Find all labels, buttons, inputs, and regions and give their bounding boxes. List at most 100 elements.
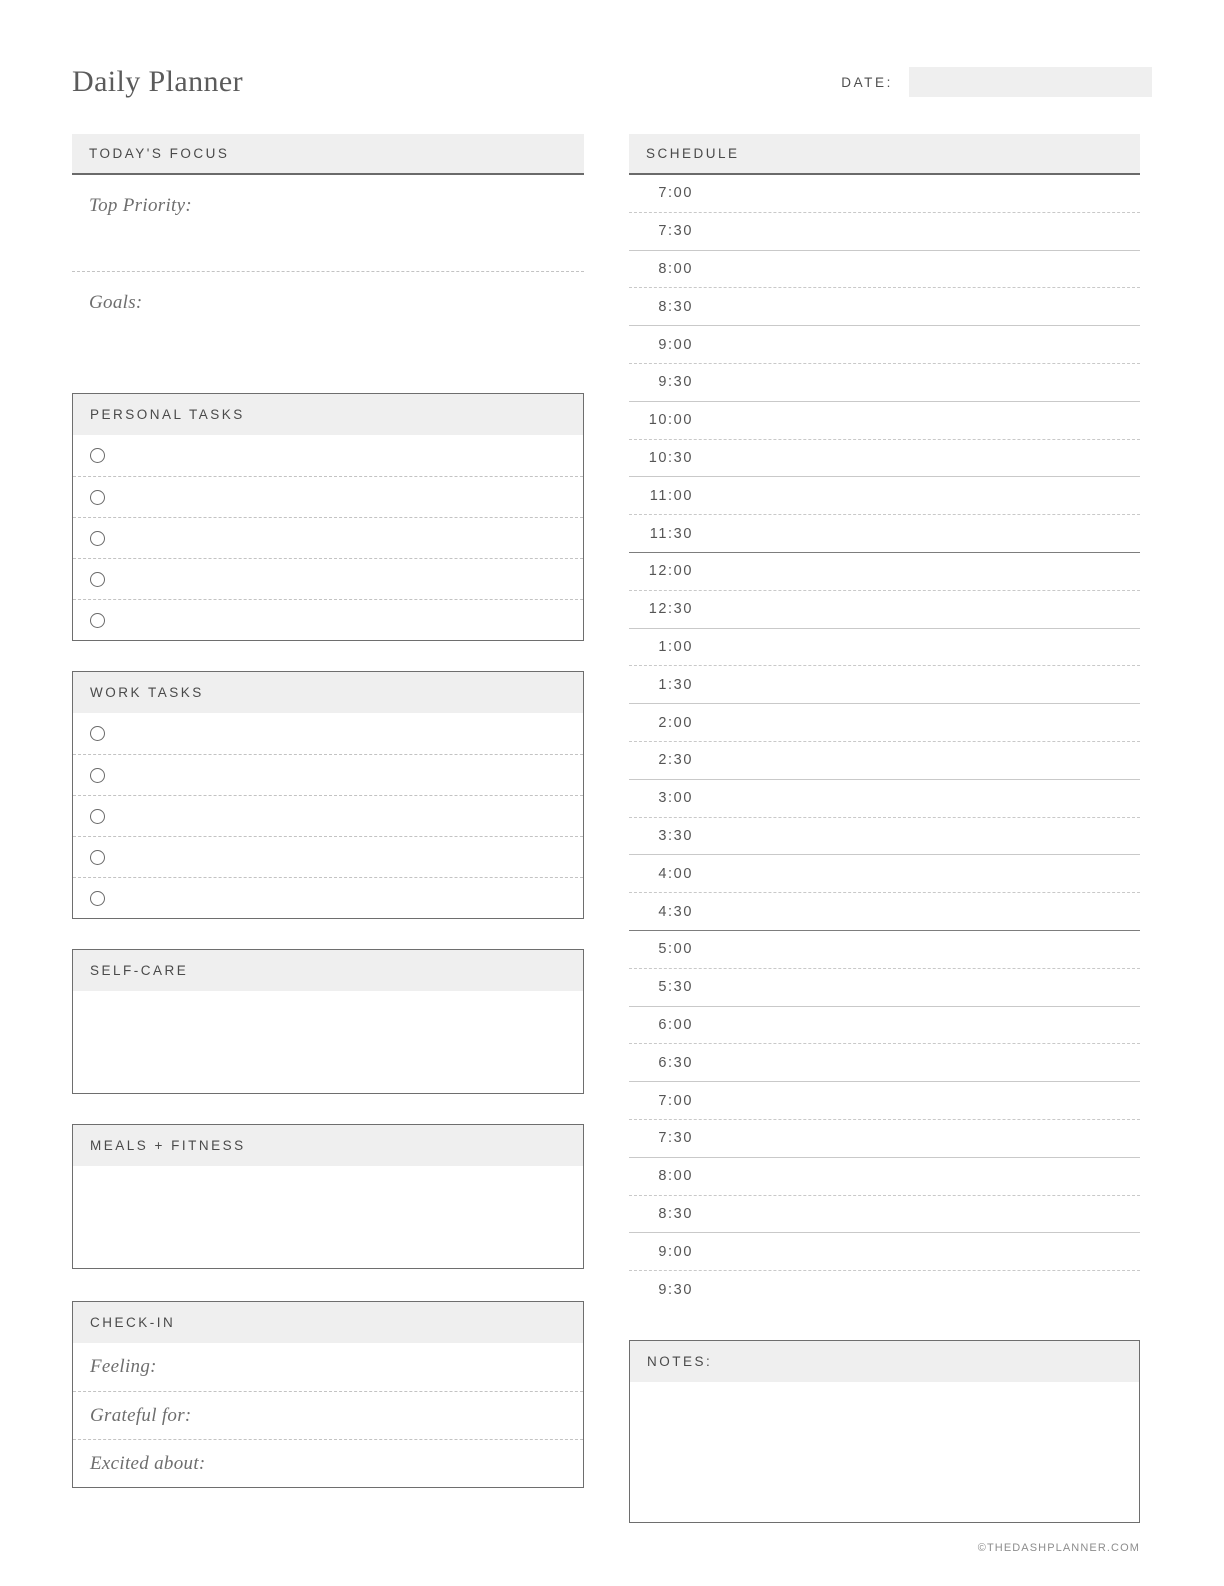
schedule-entry-input[interactable]: [695, 251, 1140, 288]
schedule-entry-input[interactable]: [695, 402, 1140, 439]
schedule-entry-input[interactable]: [695, 440, 1140, 477]
task-row[interactable]: [73, 476, 583, 517]
task-input[interactable]: [105, 559, 583, 599]
task-row[interactable]: [73, 599, 583, 640]
task-row[interactable]: [73, 435, 583, 476]
task-row[interactable]: [73, 558, 583, 599]
schedule-entry-input[interactable]: [695, 666, 1140, 703]
schedule-entry-input[interactable]: [695, 1196, 1140, 1233]
schedule-row[interactable]: 8:30: [629, 288, 1140, 325]
schedule-row[interactable]: 1:30: [629, 666, 1140, 703]
task-row[interactable]: [73, 836, 583, 877]
schedule-entry-input[interactable]: [695, 629, 1140, 666]
schedule-entry-input[interactable]: [695, 893, 1140, 930]
task-input[interactable]: [105, 755, 583, 795]
notes-input[interactable]: [630, 1382, 1139, 1522]
schedule-row[interactable]: 5:30: [629, 969, 1140, 1006]
schedule-entry-input[interactable]: [695, 591, 1140, 628]
schedule-entry-input[interactable]: [695, 1271, 1140, 1308]
feeling-row[interactable]: Feeling:: [73, 1343, 583, 1391]
schedule-entry-input[interactable]: [695, 1044, 1140, 1081]
schedule-row[interactable]: 8:30: [629, 1196, 1140, 1233]
checkbox-circle-icon[interactable]: [90, 808, 105, 824]
schedule-entry-input[interactable]: [695, 1120, 1140, 1157]
schedule-row[interactable]: 12:00: [629, 553, 1140, 590]
checkbox-circle-icon[interactable]: [90, 571, 105, 587]
checkbox-circle-icon[interactable]: [90, 612, 105, 628]
schedule-row[interactable]: 11:00: [629, 477, 1140, 514]
schedule-entry-input[interactable]: [695, 1082, 1140, 1119]
schedule-entry-input[interactable]: [695, 818, 1140, 855]
schedule-entry-input[interactable]: [695, 326, 1140, 363]
schedule-row[interactable]: 3:30: [629, 818, 1140, 855]
task-input[interactable]: [105, 600, 583, 640]
schedule-row[interactable]: 8:00: [629, 1158, 1140, 1195]
task-input[interactable]: [105, 477, 583, 517]
task-row[interactable]: [73, 713, 583, 754]
schedule-row[interactable]: 12:30: [629, 591, 1140, 628]
schedule-entry-input[interactable]: [695, 1233, 1140, 1270]
schedule-row[interactable]: 3:00: [629, 780, 1140, 817]
schedule-entry-input[interactable]: [695, 515, 1140, 552]
schedule-entry-input[interactable]: [695, 213, 1140, 250]
schedule-entry-input[interactable]: [695, 477, 1140, 514]
schedule-row[interactable]: 9:30: [629, 1271, 1140, 1308]
schedule-row[interactable]: 6:00: [629, 1007, 1140, 1044]
excited-about-row[interactable]: Excited about:: [73, 1439, 583, 1487]
task-input[interactable]: [105, 878, 583, 918]
schedule-row[interactable]: 11:30: [629, 515, 1140, 552]
task-input[interactable]: [105, 518, 583, 558]
schedule-entry-input[interactable]: [695, 1007, 1140, 1044]
task-row[interactable]: [73, 754, 583, 795]
date-input[interactable]: [909, 67, 1152, 97]
schedule-row[interactable]: 5:00: [629, 931, 1140, 968]
schedule-row[interactable]: 10:00: [629, 402, 1140, 439]
checkbox-circle-icon[interactable]: [90, 726, 105, 741]
goals-row[interactable]: Goals:: [72, 271, 584, 367]
checkbox-circle-icon[interactable]: [90, 890, 105, 906]
task-row[interactable]: [73, 877, 583, 918]
self-care-input[interactable]: [73, 991, 583, 1093]
schedule-time-label: 11:30: [649, 525, 693, 542]
schedule-entry-input[interactable]: [695, 780, 1140, 817]
grateful-for-row[interactable]: Grateful for:: [73, 1391, 583, 1439]
schedule-row[interactable]: 9:00: [629, 326, 1140, 363]
task-input[interactable]: [105, 796, 583, 836]
task-row[interactable]: [73, 517, 583, 558]
schedule-row[interactable]: 7:30: [629, 213, 1140, 250]
schedule-row[interactable]: 6:30: [629, 1044, 1140, 1081]
schedule-row[interactable]: 7:00: [629, 175, 1140, 212]
checkbox-circle-icon[interactable]: [90, 489, 105, 505]
top-priority-row[interactable]: Top Priority:: [72, 175, 584, 271]
checkbox-circle-icon[interactable]: [90, 767, 105, 783]
schedule-row[interactable]: 7:00: [629, 1082, 1140, 1119]
schedule-row[interactable]: 4:00: [629, 855, 1140, 892]
task-row[interactable]: [73, 795, 583, 836]
checkbox-circle-icon[interactable]: [90, 530, 105, 546]
schedule-row[interactable]: 7:30: [629, 1120, 1140, 1157]
task-input[interactable]: [105, 713, 583, 754]
schedule-entry-input[interactable]: [695, 704, 1140, 741]
schedule-entry-input[interactable]: [695, 969, 1140, 1006]
schedule-entry-input[interactable]: [695, 364, 1140, 401]
schedule-row[interactable]: 2:00: [629, 704, 1140, 741]
checkbox-circle-icon[interactable]: [90, 448, 105, 463]
task-input[interactable]: [105, 435, 583, 476]
schedule-row[interactable]: 9:00: [629, 1233, 1140, 1270]
schedule-row[interactable]: 8:00: [629, 251, 1140, 288]
schedule-entry-input[interactable]: [695, 855, 1140, 892]
schedule-row[interactable]: 9:30: [629, 364, 1140, 401]
schedule-entry-input[interactable]: [695, 931, 1140, 968]
schedule-entry-input[interactable]: [695, 742, 1140, 779]
schedule-entry-input[interactable]: [695, 1158, 1140, 1195]
meals-fitness-input[interactable]: [73, 1166, 583, 1268]
schedule-entry-input[interactable]: [695, 288, 1140, 325]
schedule-row[interactable]: 4:30: [629, 893, 1140, 930]
schedule-row[interactable]: 2:30: [629, 742, 1140, 779]
schedule-entry-input[interactable]: [695, 553, 1140, 590]
task-input[interactable]: [105, 837, 583, 877]
schedule-row[interactable]: 1:00: [629, 629, 1140, 666]
schedule-entry-input[interactable]: [695, 175, 1140, 212]
schedule-row[interactable]: 10:30: [629, 440, 1140, 477]
checkbox-circle-icon[interactable]: [90, 849, 105, 865]
